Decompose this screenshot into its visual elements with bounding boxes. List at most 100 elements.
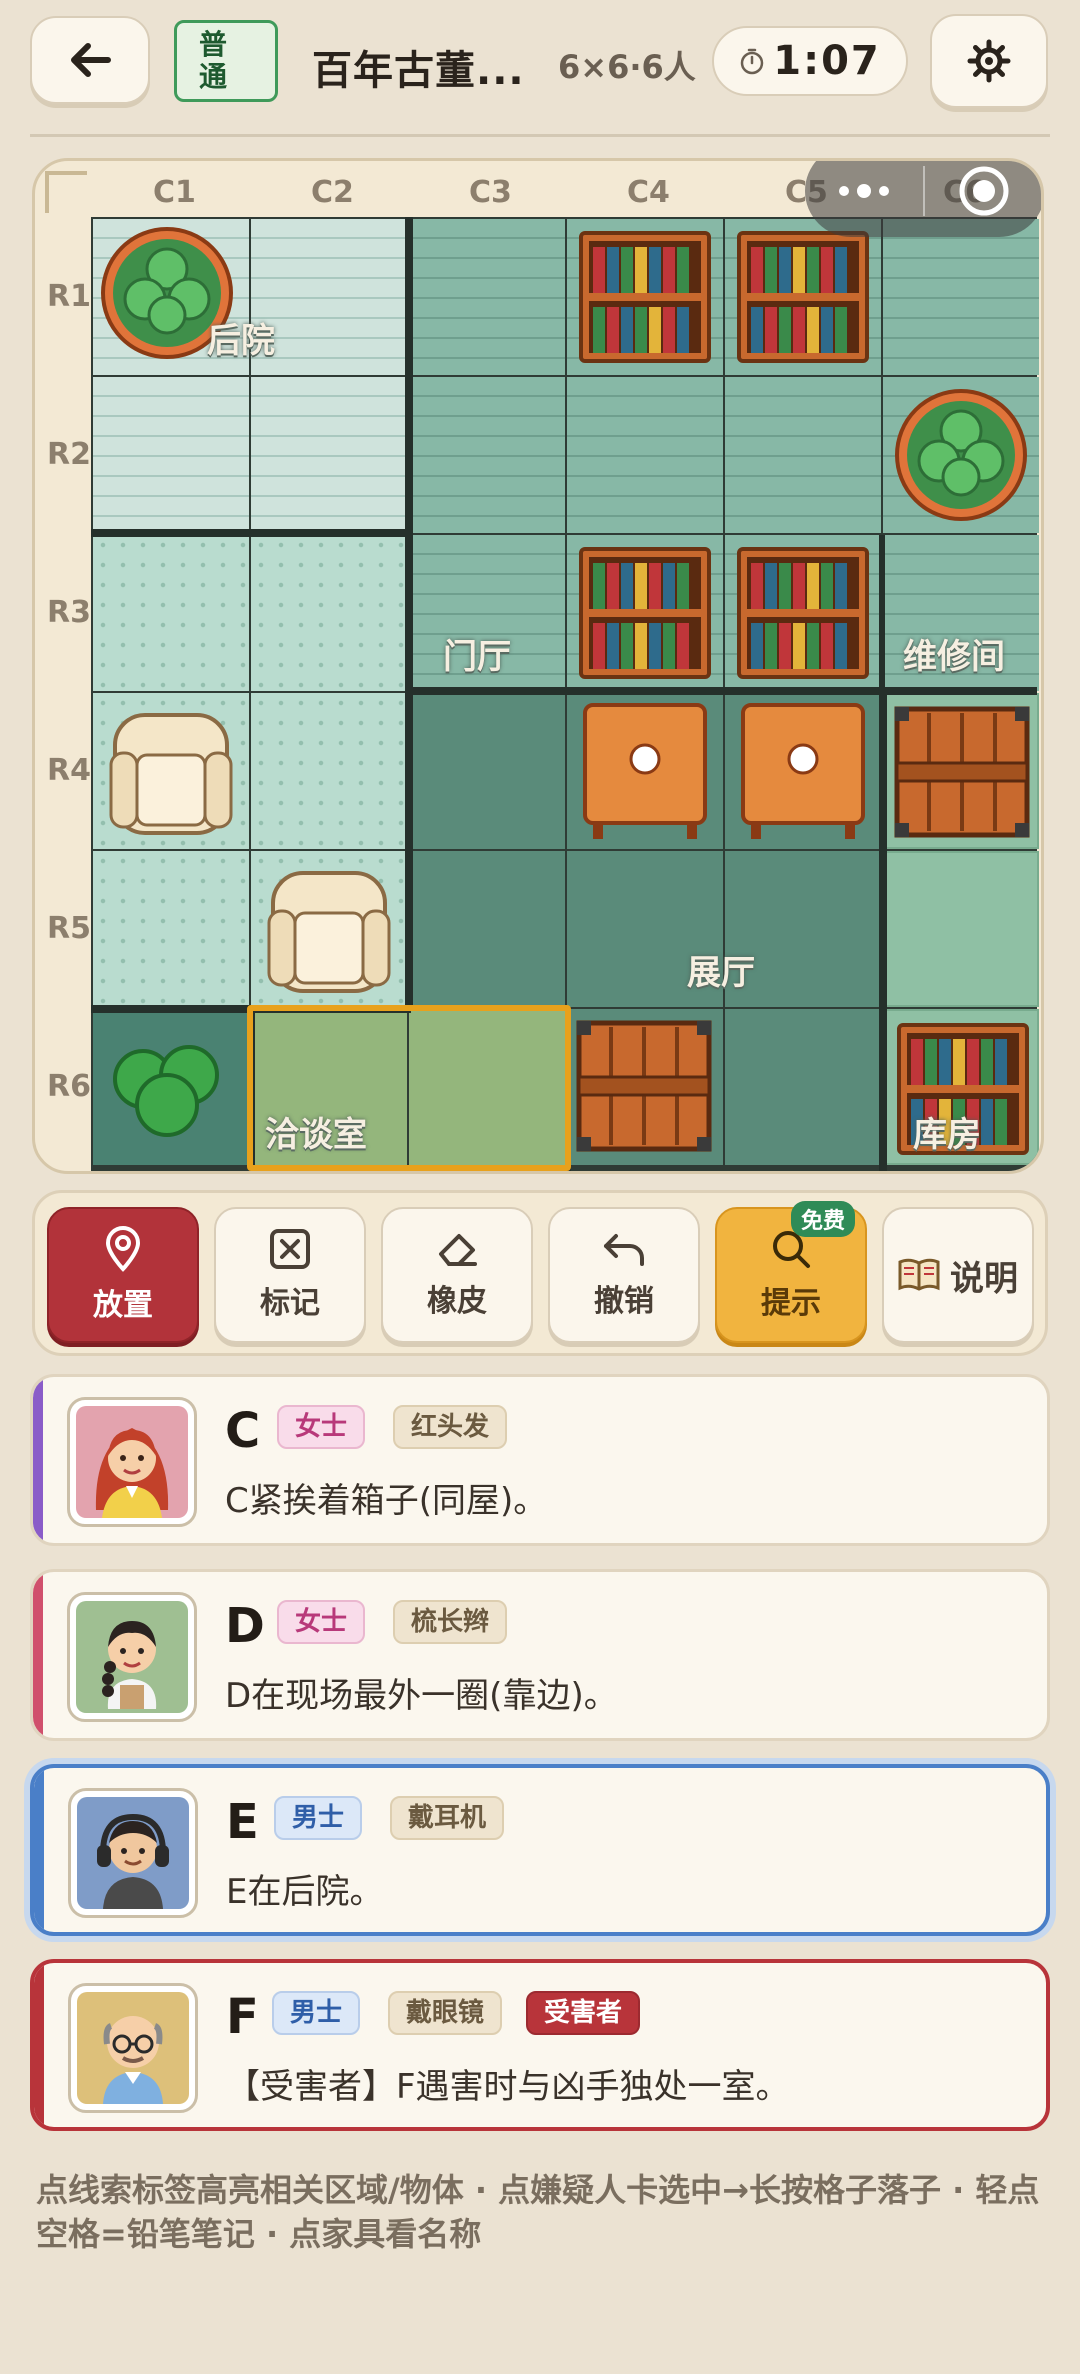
cell-r3c5[interactable] [725, 535, 881, 691]
free-badge: 免费 [790, 1201, 855, 1237]
cell-r1c3[interactable] [409, 219, 565, 375]
room-wall [879, 693, 887, 1171]
braided-woman-avatar-icon [102, 1621, 157, 1709]
cell-r1c6[interactable] [883, 219, 1039, 375]
cell-r1c5[interactable] [725, 219, 881, 375]
gender-tag[interactable]: 男士 [272, 1991, 361, 2035]
card-accent-stripe [33, 1377, 43, 1543]
card-accent-stripe [34, 1768, 44, 1932]
eraser-tool-label: 橡皮 [427, 1284, 487, 1319]
hint-tool-button[interactable]: 免费 提示 [715, 1201, 867, 1343]
bookshelf-icon [737, 231, 869, 363]
place-tool-button[interactable]: 放置 [47, 1207, 199, 1343]
gender-tag[interactable]: 女士 [277, 1600, 366, 1644]
cell-r6c4[interactable] [567, 1009, 723, 1165]
cell-r3c2[interactable] [251, 535, 407, 691]
row-label: R5 [47, 911, 91, 946]
card-accent-stripe [34, 1963, 44, 2127]
cell-r5c1[interactable] [93, 851, 249, 1007]
board-grid: 后院 门厅 维修间 展厅 洽谈室 库房 [91, 217, 1039, 1171]
eraser-icon [439, 1234, 477, 1266]
cell-r3c4[interactable] [567, 535, 723, 691]
avatar [68, 1983, 198, 2113]
gender-tag[interactable]: 男士 [274, 1796, 363, 1840]
bookshelf-icon [579, 547, 711, 679]
crate-icon [894, 706, 1030, 838]
column-label: C1 [153, 175, 196, 210]
cell-r4c2[interactable] [251, 693, 407, 849]
table-icon [741, 703, 865, 839]
settings-button[interactable] [930, 14, 1048, 108]
trait-tag[interactable]: 红头发 [393, 1405, 508, 1449]
undo-tool-label: 撤销 [594, 1284, 654, 1319]
cell-r2c4[interactable] [567, 377, 723, 533]
cell-r3c1[interactable] [93, 535, 249, 691]
suspect-clue[interactable]: C紧挨着箱子(同屋)。 [225, 1473, 547, 1522]
top-bar: 普通 百年古董... 6×6·6人 1:07 [0, 0, 1080, 140]
help-button[interactable]: 说明 [882, 1207, 1034, 1343]
cell-r4c3[interactable] [409, 693, 565, 849]
row-label: R1 [47, 279, 91, 314]
suspect-clue[interactable]: E在后院。 [226, 1864, 383, 1913]
row-label: R6 [47, 1069, 91, 1104]
suspect-clue[interactable]: D在现场最外一圈(靠边)。 [225, 1668, 618, 1717]
timer-value: 1:07 [773, 38, 881, 84]
more-options-button[interactable] [805, 161, 923, 237]
cell-r5c2[interactable] [251, 851, 407, 1007]
mark-tool-button[interactable]: 标记 [214, 1207, 366, 1343]
puzzle-size-info: 6×6·6人 [558, 48, 696, 86]
suspect-card-f[interactable]: F 男士 戴眼镜 受害者 【受害者】F遇害时与凶手独处一室。 [30, 1959, 1050, 2131]
avatar [68, 1788, 198, 1918]
bush-icon [113, 1045, 219, 1137]
bookshelf-icon [737, 547, 869, 679]
trait-tag[interactable]: 梳长辫 [393, 1600, 508, 1644]
room-label-meeting: 洽谈室 [265, 1115, 367, 1155]
cell-r1c4[interactable] [567, 219, 723, 375]
suspect-card-d[interactable]: D 女士 梳长辫 D在现场最外一圈(靠边)。 [30, 1569, 1050, 1741]
cell-r2c5[interactable] [725, 377, 881, 533]
cell-r5c3[interactable] [409, 851, 565, 1007]
avatar [67, 1592, 197, 1722]
suspect-card-c[interactable]: C 女士 红头发 C紧挨着箱子(同屋)。 [30, 1374, 1050, 1546]
back-button[interactable] [30, 16, 150, 104]
cell-r4c6[interactable] [883, 693, 1039, 849]
room-wall [405, 693, 413, 1011]
hint-tool-label: 提示 [761, 1286, 821, 1321]
column-label: C3 [469, 175, 512, 210]
difficulty-badge: 普通 [174, 20, 278, 102]
suspect-card-e[interactable]: E 男士 戴耳机 E在后院。 [30, 1764, 1050, 1936]
cell-r2c1[interactable] [93, 377, 249, 533]
cell-r4c5[interactable] [725, 693, 881, 849]
timer: 1:07 [712, 26, 908, 96]
cell-r2c3[interactable] [409, 377, 565, 533]
glasses-bald-man-avatar-icon [103, 2016, 163, 2104]
cell-r2c2[interactable] [251, 377, 407, 533]
eraser-tool-button[interactable]: 橡皮 [381, 1207, 533, 1343]
gender-tag[interactable]: 女士 [277, 1405, 366, 1449]
cell-r6c5[interactable] [725, 1009, 881, 1165]
cell-r4c1[interactable] [93, 693, 249, 849]
mark-tool-label: 标记 [260, 1286, 320, 1321]
room-label-repair: 维修间 [903, 637, 1005, 677]
cell-r6c1[interactable] [93, 1009, 249, 1165]
cell-r4c4[interactable] [567, 693, 723, 849]
crate-icon [576, 1020, 712, 1152]
trait-tag[interactable]: 戴耳机 [390, 1796, 505, 1840]
suspect-name: D [225, 1598, 265, 1654]
table-icon [583, 703, 707, 839]
close-mini-program-button[interactable] [925, 161, 1041, 237]
trait-tag[interactable]: 戴眼镜 [388, 1991, 503, 2035]
game-board: C1 C2 C3 C4 C5 C6 R1 R2 R3 R4 R5 R6 [32, 158, 1044, 1174]
suspect-clue[interactable]: 【受害者】F遇害时与凶手独处一室。 [226, 2059, 790, 2108]
undo-tool-button[interactable]: 撤销 [548, 1207, 700, 1343]
room-wall [405, 217, 413, 693]
more-dots-icon [839, 184, 889, 198]
cell-r2c6[interactable] [883, 377, 1039, 533]
victim-tag[interactable]: 受害者 [526, 1991, 641, 2035]
x-box-icon [270, 1229, 310, 1269]
bookshelf-icon [579, 231, 711, 363]
cell-r5c6[interactable] [883, 851, 1039, 1007]
puzzle-title: 百年古董... [312, 48, 525, 94]
room-label-storage: 库房 [913, 1115, 981, 1155]
row-label: R4 [47, 753, 91, 788]
